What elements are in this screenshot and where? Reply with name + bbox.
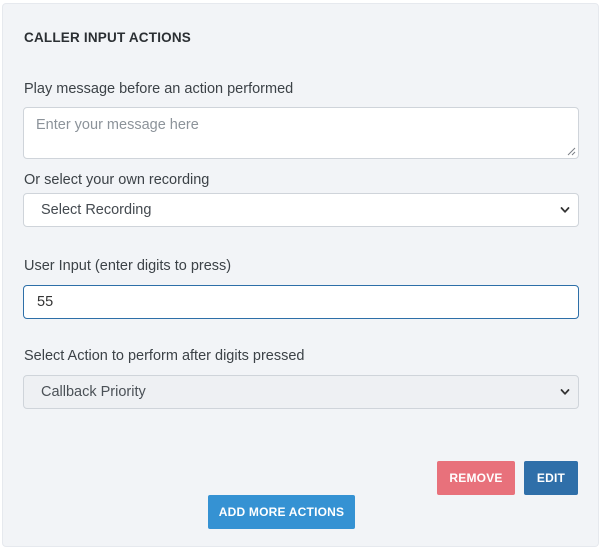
remove-button[interactable]: REMOVE (437, 461, 515, 495)
action-select-value: Callback Priority (41, 384, 146, 400)
message-label: Play message before an action performed (24, 81, 294, 97)
recording-select[interactable]: Select Recording (23, 193, 579, 227)
user-input-label: User Input (enter digits to press) (24, 258, 232, 274)
chevron-down-icon (560, 207, 570, 213)
recording-label: Or select your own recording (24, 172, 210, 188)
action-label: Select Action to perform after digits pr… (24, 348, 305, 364)
chevron-down-icon (560, 389, 570, 395)
recording-select-value: Select Recording (41, 202, 152, 218)
resize-grip-icon[interactable] (567, 147, 576, 156)
caller-input-actions-panel: CALLER INPUT ACTIONS Play message before… (2, 3, 599, 547)
message-textarea[interactable] (23, 107, 579, 159)
user-input-field[interactable]: 55 (23, 285, 579, 319)
action-select[interactable]: Callback Priority (23, 375, 579, 409)
edit-button[interactable]: EDIT (524, 461, 578, 495)
section-title: CALLER INPUT ACTIONS (24, 30, 191, 45)
add-more-actions-button[interactable]: ADD MORE ACTIONS (208, 495, 355, 529)
